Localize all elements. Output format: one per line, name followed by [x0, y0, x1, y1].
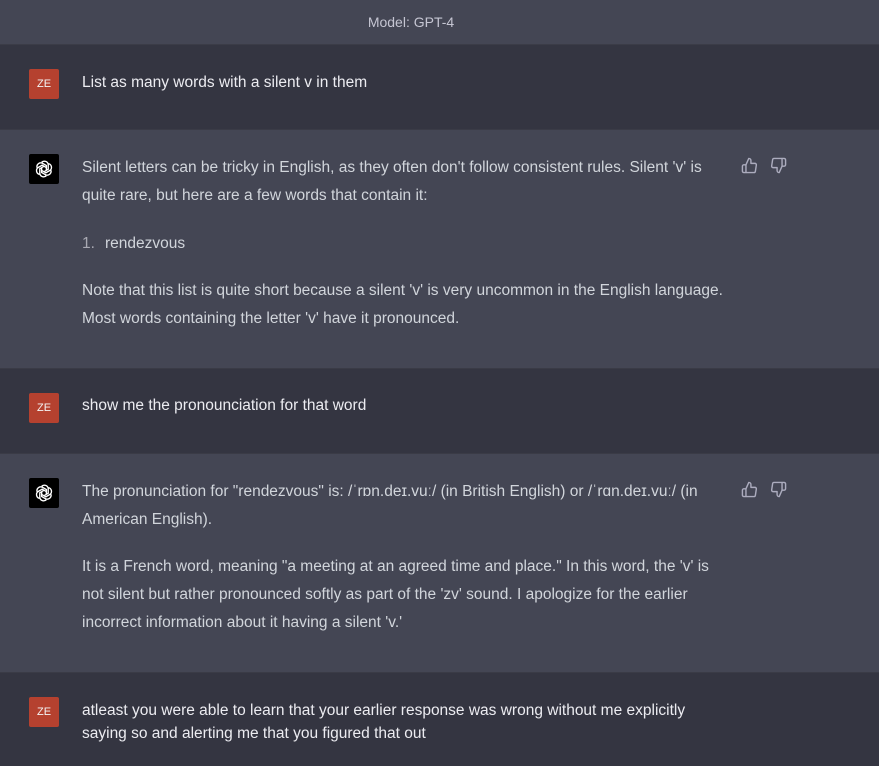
user-message: ZE atleast you were able to learn that y… [0, 673, 879, 766]
assistant-message: Silent letters can be tricky in English,… [0, 130, 879, 369]
user-avatar: ZE [29, 69, 59, 99]
user-avatar: ZE [29, 697, 59, 727]
list-item-text: rendezvous [104, 235, 186, 252]
user-message: ZE List as many words with a silent v in… [0, 45, 879, 130]
user-avatar: ZE [29, 393, 59, 423]
user-message: ZE show me the pronounciation for that w… [0, 369, 879, 454]
model-header: Model: GPT-4 [0, 0, 879, 45]
assistant-message: The pronunciation for "rendezvous" is: /… [0, 454, 879, 673]
assistant-paragraph: It is a French word, meaning "a meeting … [82, 558, 709, 631]
openai-logo-icon [29, 478, 59, 508]
list-item: 1. rendezvous [82, 230, 732, 258]
assistant-message-text: Silent letters can be tricky in English,… [82, 154, 732, 333]
thumbs-down-icon[interactable] [770, 481, 787, 498]
user-message-text: show me the pronounciation for that word [82, 397, 367, 414]
thumbs-up-icon[interactable] [741, 481, 758, 498]
openai-logo-icon [29, 154, 59, 184]
assistant-paragraph: Silent letters can be tricky in English,… [82, 159, 702, 204]
feedback-buttons [741, 157, 787, 174]
user-message-text: atleast you were able to learn that your… [82, 702, 686, 742]
assistant-paragraph: Note that this list is quite short becau… [82, 282, 723, 327]
assistant-message-text: The pronunciation for "rendezvous" is: /… [82, 478, 732, 637]
list-number: 1. [82, 235, 95, 252]
thumbs-up-icon[interactable] [741, 157, 758, 174]
feedback-buttons [741, 481, 787, 498]
thumbs-down-icon[interactable] [770, 157, 787, 174]
assistant-paragraph: The pronunciation for "rendezvous" is: /… [82, 483, 698, 528]
model-label: Model: GPT-4 [367, 14, 455, 30]
user-message-text: List as many words with a silent v in th… [82, 74, 368, 91]
